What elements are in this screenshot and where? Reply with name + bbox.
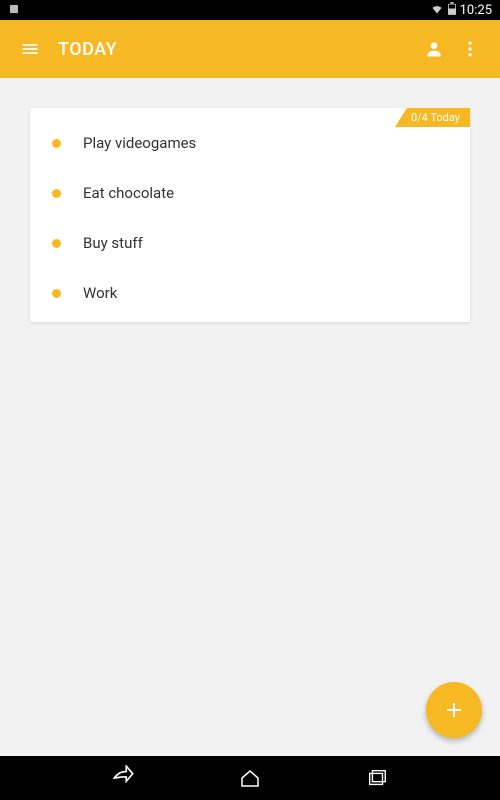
back-button[interactable] bbox=[103, 758, 143, 798]
task-label: Work bbox=[83, 284, 117, 302]
add-task-fab[interactable] bbox=[426, 682, 482, 738]
bullet-icon bbox=[52, 189, 61, 198]
profile-button[interactable] bbox=[416, 31, 452, 67]
progress-badge: 0/4 Today bbox=[395, 108, 470, 127]
android-nav-bar bbox=[0, 756, 500, 800]
notification-icon bbox=[8, 3, 20, 18]
task-row[interactable]: Work bbox=[30, 268, 470, 318]
recents-button[interactable] bbox=[357, 758, 397, 798]
bullet-icon bbox=[52, 289, 61, 298]
overflow-menu-button[interactable] bbox=[452, 31, 488, 67]
home-icon bbox=[238, 766, 262, 790]
home-button[interactable] bbox=[230, 758, 270, 798]
status-time: 10:25 bbox=[460, 3, 492, 18]
task-label: Buy stuff bbox=[83, 234, 143, 252]
task-row[interactable]: Buy stuff bbox=[30, 218, 470, 268]
wifi-icon bbox=[430, 3, 444, 18]
hamburger-icon bbox=[20, 39, 40, 59]
task-label: Play videogames bbox=[83, 134, 196, 152]
plus-icon bbox=[442, 698, 466, 722]
hamburger-menu-button[interactable] bbox=[12, 31, 48, 67]
recents-icon bbox=[366, 767, 388, 789]
back-icon bbox=[110, 765, 136, 791]
task-row[interactable]: Eat chocolate bbox=[30, 168, 470, 218]
task-label: Eat chocolate bbox=[83, 184, 174, 202]
tasks-card: 0/4 Today Play videogames Eat chocolate … bbox=[30, 108, 470, 322]
battery-icon bbox=[448, 2, 456, 18]
bullet-icon bbox=[52, 139, 61, 148]
person-icon bbox=[424, 39, 444, 59]
content-area: 0/4 Today Play videogames Eat chocolate … bbox=[0, 78, 500, 322]
status-bar: 10:25 bbox=[0, 0, 500, 20]
app-bar: TODAY bbox=[0, 20, 500, 78]
more-vert-icon bbox=[460, 39, 480, 59]
page-title: TODAY bbox=[58, 39, 416, 60]
bullet-icon bbox=[52, 239, 61, 248]
